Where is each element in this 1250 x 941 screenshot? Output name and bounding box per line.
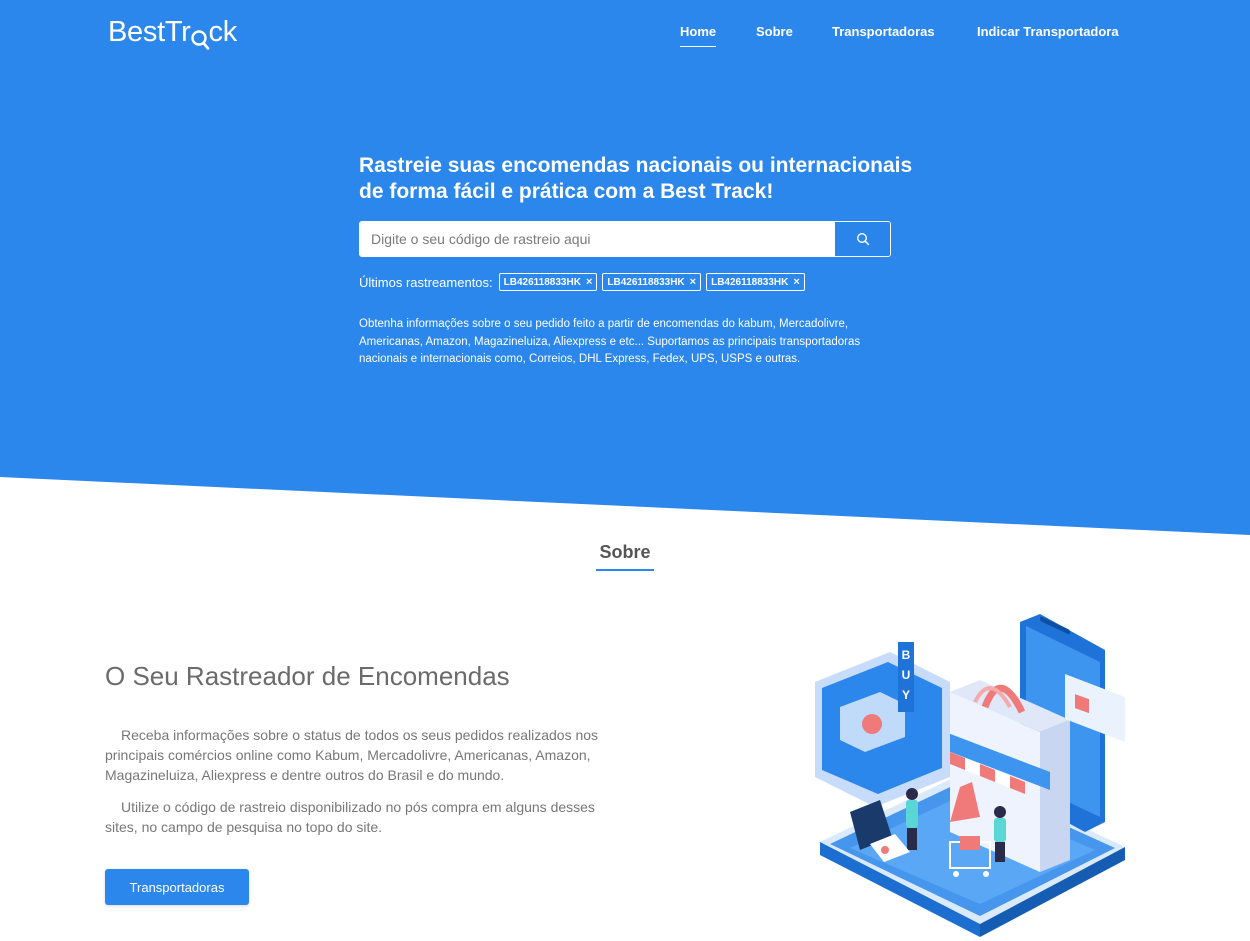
recent-tracking-tag[interactable]: LB426118833HK ×	[706, 273, 805, 291]
nav-indicar-transportadora[interactable]: Indicar Transportadora	[977, 24, 1119, 46]
svg-text:B: B	[902, 648, 911, 662]
search-button[interactable]	[835, 222, 890, 256]
shopping-illustration: B U Y	[800, 612, 1150, 941]
recent-tracking-tag[interactable]: LB426118833HK ×	[602, 273, 702, 291]
close-icon[interactable]: ×	[586, 276, 592, 288]
logo-text-end: ck	[208, 16, 238, 48]
hero-section: BestTr ck Home Sobre Transportadoras Ind…	[0, 0, 1250, 540]
close-icon[interactable]: ×	[793, 276, 799, 288]
sobre-heading: Sobre	[596, 542, 654, 571]
tracking-code: LB426118833HK	[503, 276, 581, 288]
about-paragraph-2: Utilize o código de rastreio disponibili…	[105, 799, 595, 835]
nav-transportadoras[interactable]: Transportadoras	[832, 24, 935, 46]
tracking-code-input[interactable]	[360, 222, 836, 256]
recent-trackings-label: Últimos rastreamentos:	[359, 274, 493, 290]
recent-tracking-tag[interactable]: LB426118833HK ×	[498, 273, 598, 291]
transportadoras-button[interactable]: Transportadoras	[105, 869, 249, 905]
isometric-shop-illustration: B U Y	[815, 614, 1125, 937]
close-icon[interactable]: ×	[690, 276, 696, 288]
tracking-code: LB426118833HK	[711, 276, 789, 288]
hero-background	[0, 0, 1250, 535]
recent-trackings: Últimos rastreamentos: LB426118833HK × L…	[359, 273, 810, 291]
logo-text-start: BestTr	[108, 16, 191, 48]
about-paragraph-1: Receba informações sobre o status de tod…	[105, 727, 599, 783]
nav-sobre[interactable]: Sobre	[756, 24, 793, 46]
section-title: Sobre	[0, 542, 1250, 571]
hero-headline: Rastreie suas encomendas nacionais ou in…	[359, 154, 913, 203]
about-heading: O Seu Rastreador de Encomendas	[105, 661, 510, 691]
logo[interactable]: BestTr ck	[108, 16, 238, 50]
magnifier-icon	[190, 25, 210, 50]
svg-text:U: U	[902, 668, 911, 682]
tracking-search	[359, 221, 891, 257]
svg-text:Y: Y	[902, 688, 910, 702]
search-icon	[856, 232, 869, 246]
tracking-code: LB426118833HK	[607, 276, 685, 288]
nav-home[interactable]: Home	[680, 24, 717, 47]
hero-description: Obtenha informações sobre o seu pedido f…	[359, 318, 861, 365]
